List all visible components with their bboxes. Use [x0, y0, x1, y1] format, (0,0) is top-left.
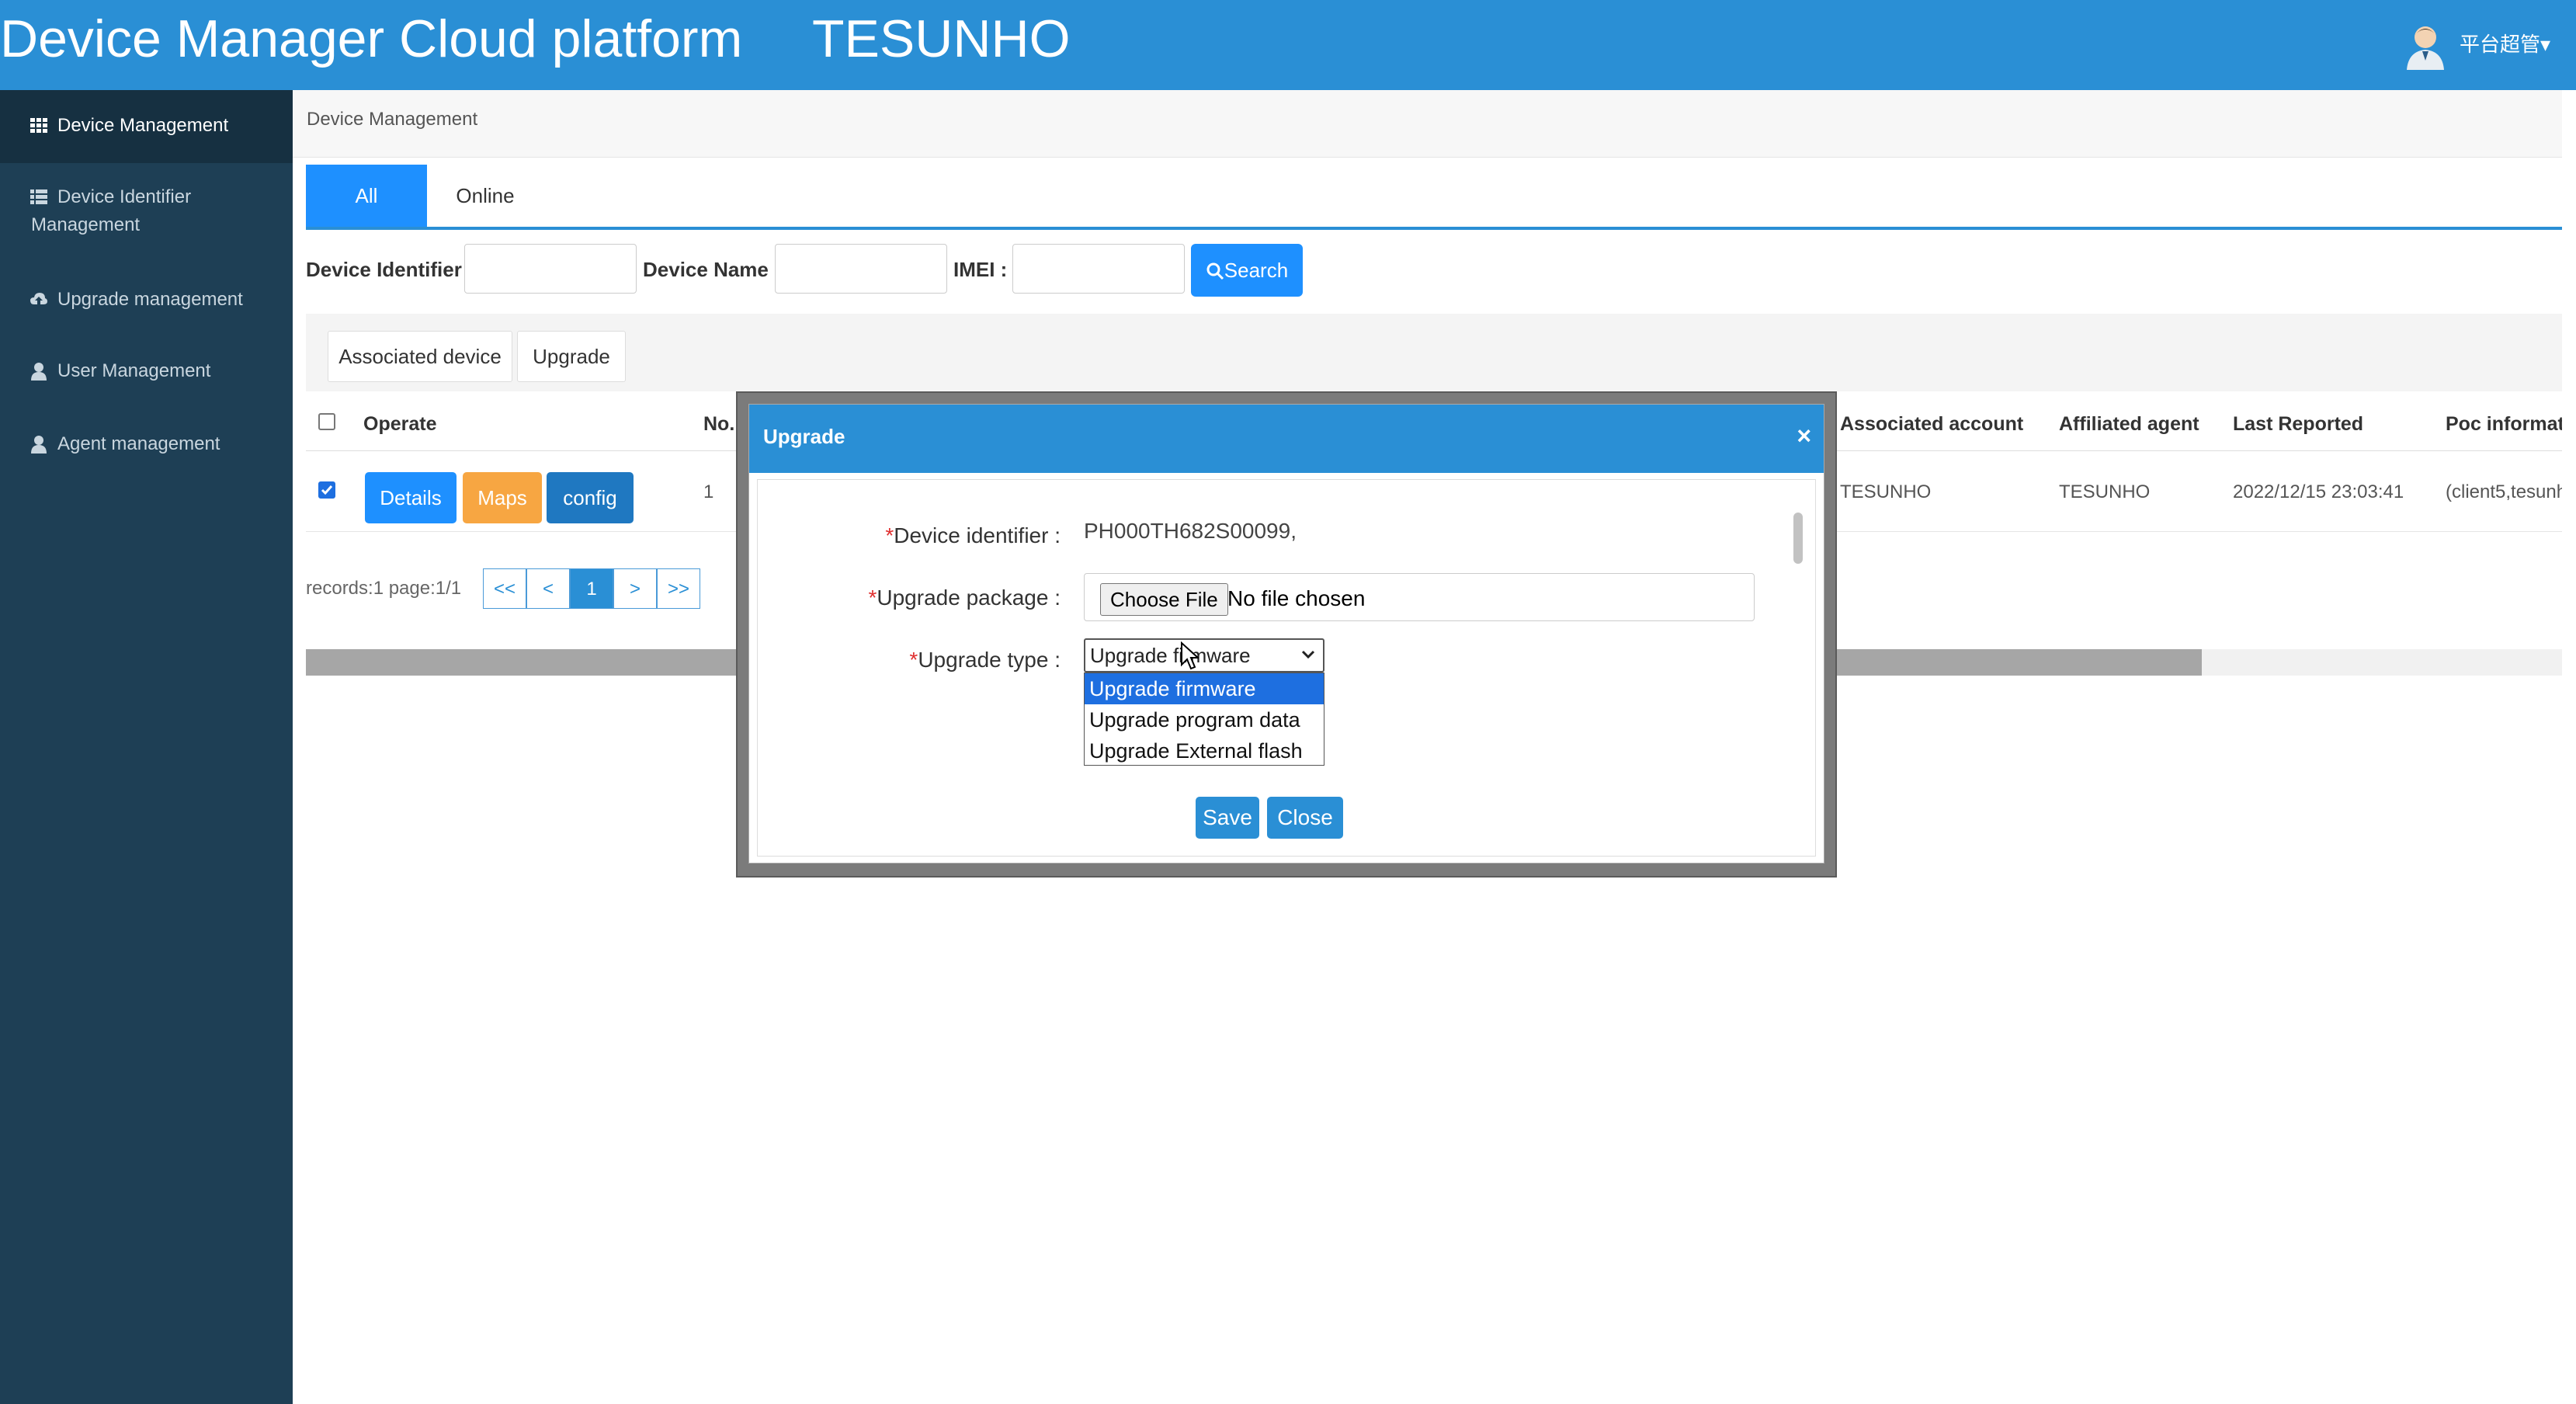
upgrade-package-field-label: *Upgrade package :: [758, 586, 1061, 610]
sidebar-item-label: Device Identifier Management: [31, 186, 192, 235]
device-identifier-input[interactable]: [464, 244, 637, 294]
tab-all[interactable]: All: [306, 165, 427, 227]
grid-icon: [30, 118, 47, 133]
device-name-input[interactable]: [775, 244, 947, 294]
imei-input[interactable]: [1012, 244, 1185, 294]
first-page-button[interactable]: <<: [483, 568, 526, 609]
prev-page-button[interactable]: <: [526, 568, 570, 609]
app-title: Device Manager Cloud platform: [0, 9, 743, 68]
upgrade-type-selected: Upgrade firmware: [1090, 644, 1251, 667]
upgrade-type-field-label: *Upgrade type :: [758, 648, 1061, 672]
details-button[interactable]: Details: [365, 472, 457, 523]
brand-name: TESUNHO: [812, 9, 1071, 68]
user-icon: [31, 363, 47, 381]
device-name-label: Device Name :: [643, 258, 781, 281]
checkmark-icon: [321, 485, 333, 495]
column-operate: Operate: [363, 413, 437, 435]
device-identifier-field-label: *Device identifier :: [758, 523, 1061, 548]
config-button[interactable]: config: [547, 472, 634, 523]
upgrade-type-label-text: Upgrade type :: [918, 648, 1061, 672]
column-no: No.: [703, 413, 735, 435]
row-poc-information: (client5,tesunh: [2446, 481, 2567, 502]
table-toolbar: Associated device Upgrade: [306, 314, 2562, 391]
row-no: 1: [703, 481, 714, 502]
chevron-down-icon: [1301, 650, 1315, 659]
chevron-down-icon: ▾: [2540, 33, 2551, 56]
pagination-summary: records:1 page:1/1: [306, 578, 462, 599]
sidebar-item-agent-management[interactable]: Agent management: [0, 430, 293, 469]
upgrade-type-select[interactable]: Upgrade firmware: [1084, 638, 1324, 672]
dialog-title: Upgrade: [763, 425, 845, 448]
tab-online[interactable]: Online: [427, 165, 543, 227]
upgrade-button[interactable]: Upgrade: [517, 331, 626, 382]
device-identifier-value: PH000TH682S00099,: [1084, 519, 1297, 543]
breadcrumb: Device Management: [307, 109, 478, 130]
choose-file-button[interactable]: Choose File: [1100, 583, 1228, 616]
sidebar-item-label: Upgrade management: [57, 289, 243, 310]
close-icon[interactable]: ×: [1797, 422, 1811, 450]
column-poc-information: Poc informatio: [2446, 413, 2576, 435]
user-menu[interactable]: 平台超管▾: [2460, 30, 2550, 59]
row-affiliated-agent: TESUNHO: [2059, 481, 2151, 502]
row-checkbox[interactable]: [318, 481, 335, 499]
save-button[interactable]: Save: [1196, 797, 1259, 839]
pagination: records:1 page:1/1 << < 1 > >>: [306, 565, 741, 612]
dialog-scrollbar[interactable]: [1793, 513, 1803, 564]
sidebar-item-label: Agent management: [57, 433, 220, 454]
user-avatar-icon[interactable]: [2401, 20, 2450, 70]
sidebar-item-device-management[interactable]: Device Management: [0, 90, 293, 163]
associated-device-button[interactable]: Associated device: [328, 331, 512, 382]
column-associated-account: Associated account: [1840, 413, 2024, 435]
sidebar-item-device-identifier-management[interactable]: Device Identifier Management: [0, 183, 293, 245]
upgrade-dialog: Upgrade × *Device identifier : PH000TH68…: [748, 404, 1824, 864]
filter-row: Device Identifier : Device Name : IMEI :…: [306, 244, 1393, 297]
sidebar-item-label: User Management: [57, 360, 211, 381]
device-identifier-label: Device Identifier :: [306, 258, 474, 281]
column-affiliated-agent: Affiliated agent: [2059, 413, 2199, 435]
option-upgrade-external-flash[interactable]: Upgrade External flash: [1085, 735, 1324, 766]
required-mark: *: [909, 648, 918, 672]
mouse-cursor-icon: [1181, 641, 1199, 670]
no-file-text: No file chosen: [1227, 586, 1366, 610]
close-button[interactable]: Close: [1267, 797, 1343, 839]
next-page-button[interactable]: >: [613, 568, 657, 609]
upgrade-type-dropdown: Upgrade firmware Upgrade program data Up…: [1084, 672, 1324, 766]
search-icon: [1206, 262, 1224, 280]
sidebar-item-label: Device Management: [57, 115, 229, 136]
top-header: Device Manager Cloud platform TESUNHO 平台…: [0, 0, 2576, 90]
sidebar-item-user-management[interactable]: User Management: [0, 357, 293, 396]
sidebar-item-upgrade-management[interactable]: Upgrade management: [0, 286, 293, 325]
list-icon: [30, 189, 47, 204]
user-name: 平台超管: [2460, 33, 2541, 56]
page-right-edge: [2562, 90, 2576, 1404]
device-identifier-label-text: Device identifier :: [894, 523, 1061, 547]
dialog-header: Upgrade ×: [749, 405, 1824, 473]
search-button[interactable]: Search: [1191, 244, 1303, 297]
required-mark: *: [885, 523, 894, 547]
current-page-button[interactable]: 1: [570, 568, 613, 609]
upgrade-package-file-input[interactable]: Choose File No file chosen: [1084, 573, 1755, 621]
sidebar: Device Management Device Identifier Mana…: [0, 90, 293, 1404]
option-upgrade-program-data[interactable]: Upgrade program data: [1085, 704, 1324, 735]
select-all-checkbox[interactable]: [318, 413, 335, 430]
dialog-body: *Device identifier : PH000TH682S00099, *…: [757, 479, 1816, 857]
tab-bar: All Online: [306, 165, 2562, 230]
user-icon: [31, 436, 47, 454]
maps-button[interactable]: Maps: [463, 472, 542, 523]
row-associated-account: TESUNHO: [1840, 481, 1932, 502]
upgrade-package-label-text: Upgrade package :: [877, 586, 1061, 610]
required-mark: *: [868, 586, 877, 610]
row-last-reported: 2022/12/15 23:03:41: [2233, 481, 2404, 502]
search-label: Search: [1224, 259, 1289, 282]
column-last-reported: Last Reported: [2233, 413, 2364, 435]
breadcrumb-bar: Device Management: [293, 90, 2576, 158]
cloud-upload-icon: [30, 293, 47, 305]
option-upgrade-firmware[interactable]: Upgrade firmware: [1085, 673, 1324, 704]
last-page-button[interactable]: >>: [657, 568, 700, 609]
imei-label: IMEI :: [953, 258, 1008, 281]
